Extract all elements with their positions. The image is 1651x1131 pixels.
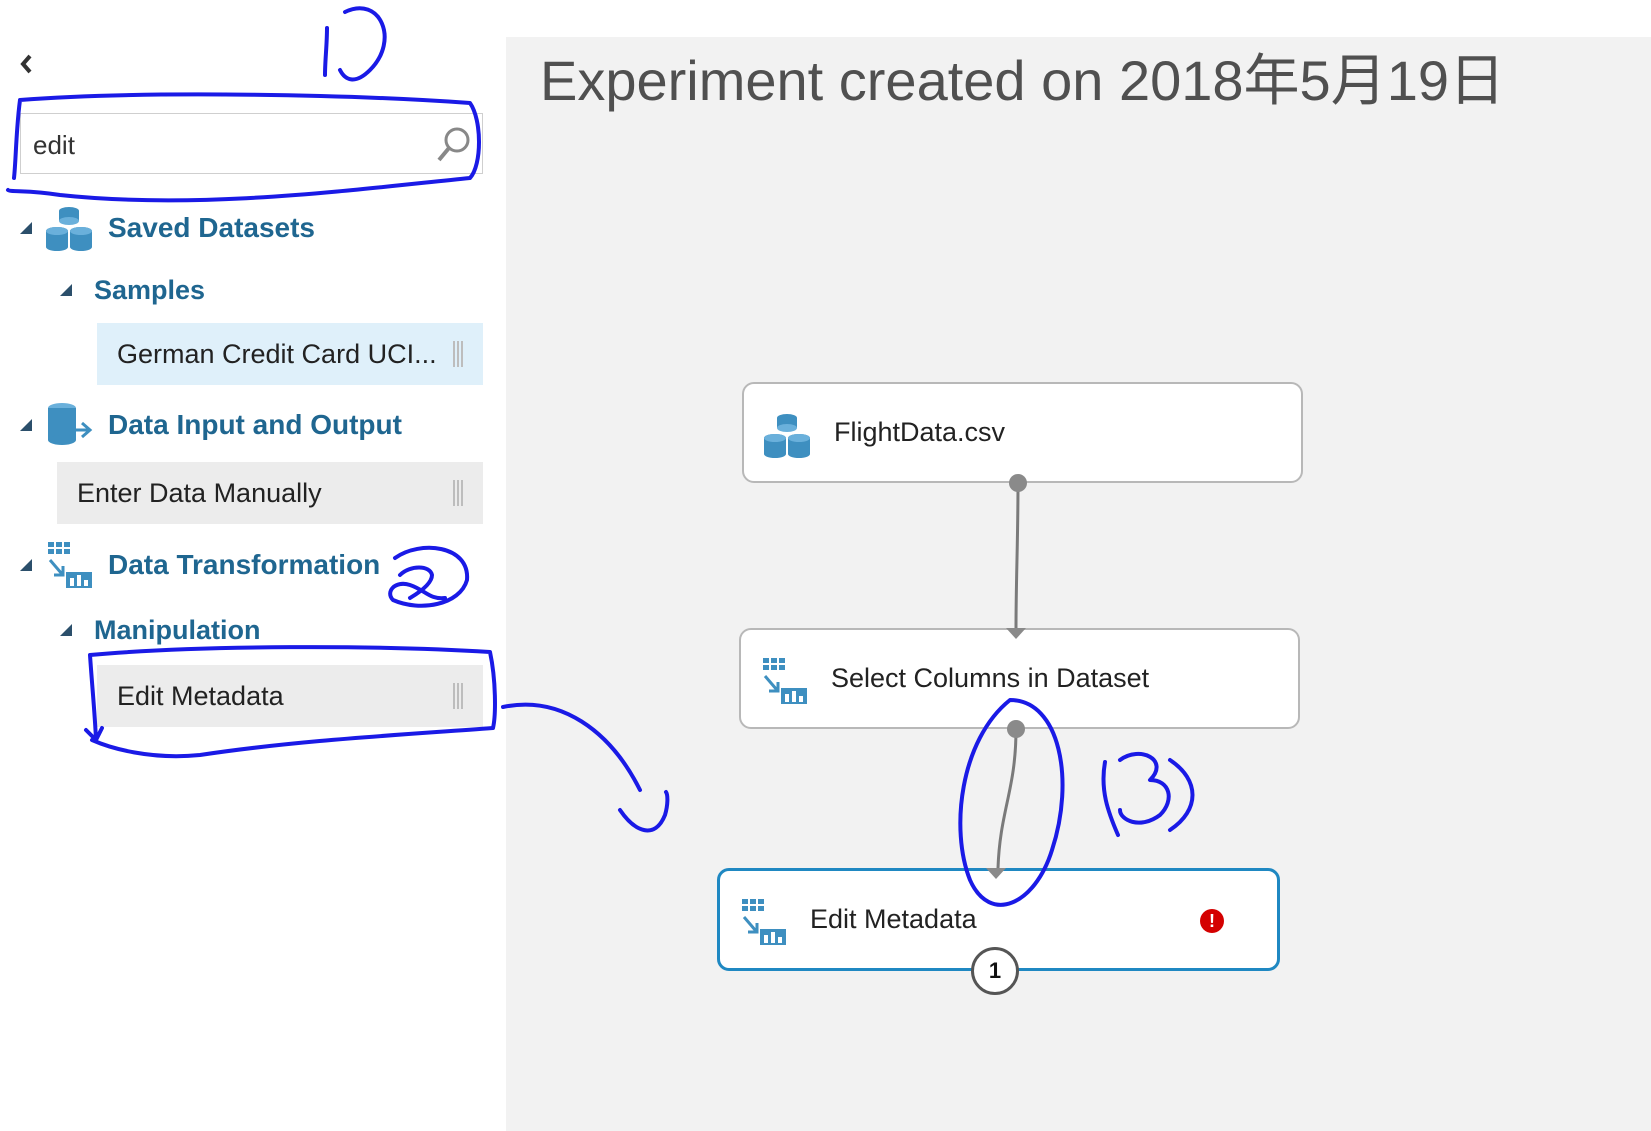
search-icon[interactable] [434,124,474,164]
search-input[interactable] [31,124,435,166]
data-io-icon [48,403,93,445]
node-label: Select Columns in Dataset [831,663,1150,693]
dataset-icon [764,414,810,458]
module-item-enter-data-manually[interactable]: Enter Data Manually [57,462,483,524]
expanded-triangle-icon [20,419,32,431]
category-data-transformation[interactable]: Data Transformation [20,537,380,593]
node-label: FlightData.csv [834,417,1006,447]
subcategory-label: Manipulation [94,614,261,645]
drag-handle[interactable] [453,480,465,506]
drag-handle[interactable] [453,341,465,367]
output-port[interactable] [1007,720,1025,738]
category-saved-datasets[interactable]: Saved Datasets [20,200,315,256]
chevron-left-icon [20,54,32,74]
node-flightdata[interactable]: FlightData.csv [742,382,1303,483]
experiment-title[interactable]: Experiment created on 2018年5月19日 [540,36,1505,117]
category-label: Data Input and Output [108,409,402,440]
category-label: Data Transformation [108,549,381,580]
subcategory-manipulation[interactable]: Manipulation [60,610,260,650]
expanded-triangle-icon [20,559,32,571]
module-item-label: Enter Data Manually [77,477,322,508]
module-palette: Saved Datasets Samples German Credit Car… [0,0,506,1131]
expanded-triangle-icon [60,284,72,296]
node-select-columns[interactable]: Select Columns in Dataset [739,628,1300,729]
expanded-triangle-icon [60,624,72,636]
output-port-badge[interactable]: 1 [971,947,1019,995]
output-port[interactable] [1009,474,1027,492]
search-box[interactable] [20,113,483,174]
data-transformation-icon [742,899,786,945]
drag-handle[interactable] [453,683,465,709]
input-port[interactable] [1006,628,1026,639]
input-port[interactable] [986,868,1006,879]
module-item-german-credit[interactable]: German Credit Card UCI... [97,323,483,385]
category-label: Saved Datasets [108,212,316,243]
subcategory-label: Samples [94,274,206,305]
error-icon[interactable]: ! [1200,909,1224,933]
category-data-input-output[interactable]: Data Input and Output [20,397,402,453]
subcategory-samples[interactable]: Samples [60,270,205,310]
data-transformation-icon [763,658,807,704]
module-item-label: Edit Metadata [117,680,284,711]
dataset-icon [46,207,92,251]
node-label: Edit Metadata [810,904,977,934]
expanded-triangle-icon [20,222,32,234]
data-transformation-icon [48,542,92,588]
module-item-edit-metadata[interactable]: Edit Metadata [97,665,483,727]
module-item-label: German Credit Card UCI... [117,338,437,369]
collapse-palette-button[interactable] [14,50,38,78]
